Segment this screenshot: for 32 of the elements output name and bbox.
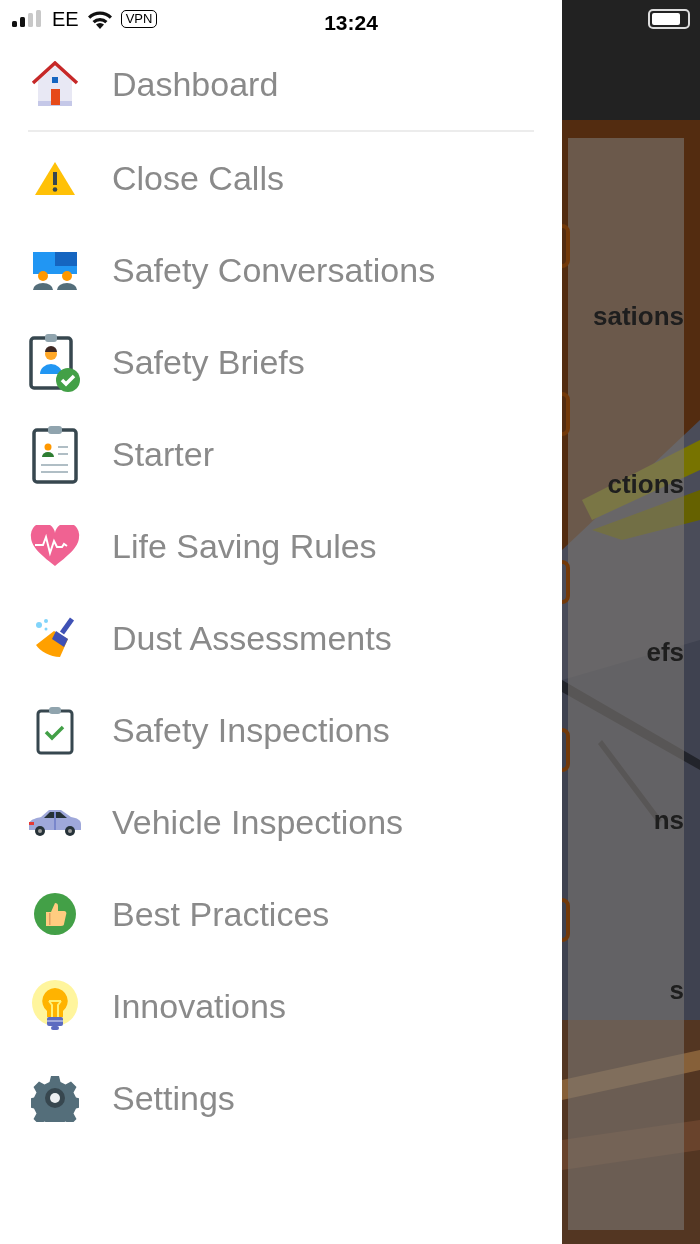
wifi-icon bbox=[86, 9, 113, 29]
background-label: sations bbox=[592, 301, 684, 331]
menu-item[interactable]: Settings bbox=[0, 1052, 562, 1144]
background-label: ns bbox=[653, 805, 684, 835]
menu-item[interactable]: Safety Briefs bbox=[0, 316, 562, 408]
clipboard-check-icon bbox=[35, 705, 75, 755]
menu-item[interactable]: Safety Inspections bbox=[0, 684, 562, 776]
status-time: 13:24 bbox=[324, 10, 378, 36]
clipboard-icon bbox=[31, 423, 79, 485]
signal-icon bbox=[12, 10, 44, 28]
menu-item[interactable]: Dashboard bbox=[0, 38, 562, 130]
heartbeat-icon bbox=[30, 525, 80, 567]
house-icon bbox=[31, 61, 79, 107]
settings-icon bbox=[31, 1074, 79, 1122]
menu-item[interactable]: Safety Conversations bbox=[0, 224, 562, 316]
warning-icon bbox=[34, 160, 76, 196]
menu-item[interactable]: Best Practices bbox=[0, 868, 562, 960]
vpn-badge: VPN bbox=[120, 10, 158, 28]
thumbs-up-icon bbox=[33, 892, 77, 936]
background-label: s bbox=[669, 975, 684, 1005]
background-label: efs bbox=[646, 637, 684, 667]
background-label: ctions bbox=[607, 469, 684, 499]
menu-item[interactable]: Vehicle Inspections bbox=[0, 776, 562, 868]
menu-item[interactable]: Close Calls bbox=[0, 132, 562, 224]
menu-item[interactable]: Dust Assessments bbox=[0, 592, 562, 684]
menu-item[interactable]: Life Saving Rules bbox=[0, 500, 562, 592]
menu-item[interactable]: Starter bbox=[0, 408, 562, 500]
lightbulb-icon bbox=[31, 980, 79, 1032]
battery-icon bbox=[648, 9, 690, 29]
menu-item[interactable]: Innovations bbox=[0, 960, 562, 1052]
car-icon bbox=[27, 807, 83, 837]
carrier-name: EE bbox=[52, 7, 79, 32]
